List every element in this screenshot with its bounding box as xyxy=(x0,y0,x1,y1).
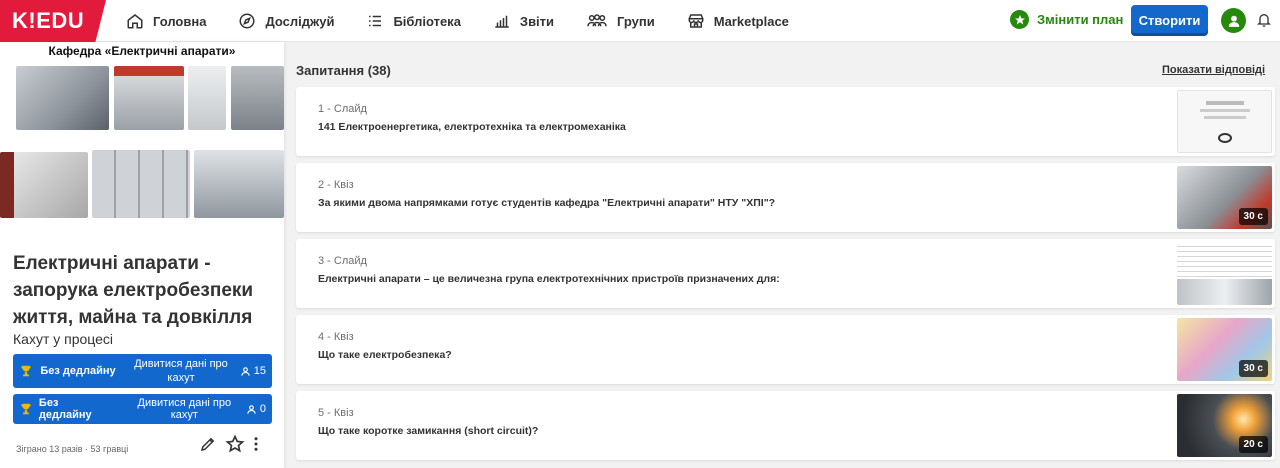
user-icon xyxy=(241,366,250,376)
nav-marketplace[interactable]: Marketplace xyxy=(687,12,789,30)
user-icon xyxy=(1228,15,1239,27)
trophy-icon xyxy=(21,365,31,377)
assignment-deadline: Без дедлайну xyxy=(38,397,92,421)
compass-icon xyxy=(239,13,255,29)
main-nav: Головна Досліджуй Бібліотека Звіти Групи… xyxy=(126,0,821,42)
user-icon xyxy=(247,404,256,414)
trophy-icon xyxy=(21,403,31,415)
create-button[interactable]: Створити xyxy=(1131,5,1208,36)
kahoot-status: Кахут у процесі xyxy=(13,331,114,347)
question-type: 1 - Слайд xyxy=(318,103,367,115)
question-type: 2 - Квіз xyxy=(318,179,354,191)
cover-title: Кафедра «Електричні апарати» xyxy=(48,44,236,58)
time-limit-badge: 20 с xyxy=(1238,436,1268,453)
nav-library-label: Бібліотека xyxy=(393,13,461,29)
view-kahoot-data-link[interactable]: Дивитися дані про кахут xyxy=(131,357,231,385)
user-avatar[interactable] xyxy=(1221,8,1246,33)
upgrade-plan-button[interactable]: Змінити план xyxy=(1010,10,1123,29)
question-type: 3 - Слайд xyxy=(318,255,367,267)
kahoot-details-panel: Кафедра «Електричні апарати» Електричні … xyxy=(0,42,284,468)
question-text: Що таке електробезпека? xyxy=(318,349,452,361)
players-count-value: 0 xyxy=(259,403,267,415)
question-card[interactable]: 4 - Квіз Що таке електробезпека? 30 с xyxy=(296,315,1275,384)
question-thumbnail: 30 с xyxy=(1177,318,1272,381)
notifications-bell-icon[interactable] xyxy=(1256,11,1272,34)
show-answers-link[interactable]: Показати відповіді xyxy=(1162,64,1265,76)
question-text: Що таке коротке замикання (short circuit… xyxy=(318,425,539,437)
question-thumbnail: 30 с xyxy=(1177,166,1272,229)
star-icon xyxy=(1010,10,1029,29)
question-type: 5 - Квіз xyxy=(318,407,354,419)
question-type: 4 - Квіз xyxy=(318,331,354,343)
play-stats: Зіграно 13 разів · 53 гравці xyxy=(16,444,129,454)
question-card[interactable]: 1 - Слайд 141 Електроенергетика, електро… xyxy=(296,87,1275,156)
store-icon xyxy=(688,14,704,28)
list-icon xyxy=(369,15,382,27)
kahoot-title: Електричні апарати - запорука електробез… xyxy=(13,253,254,328)
equipment-photo xyxy=(16,66,109,130)
equipment-photo xyxy=(0,152,88,218)
question-card[interactable]: 3 - Слайд Електричні апарати – це величе… xyxy=(296,239,1275,308)
time-limit-badge: 30 с xyxy=(1238,360,1268,377)
assignment-deadline: Без дедлайну xyxy=(40,365,116,377)
kahoot-cover-image: Кафедра «Електричні апарати» xyxy=(0,42,284,230)
assignment-row[interactable]: Без дедлайну Дивитися дані про кахут 0 xyxy=(13,394,272,424)
equipment-photo xyxy=(114,66,184,130)
top-bar: K!EDU Головна Досліджуй Бібліотека Звіти… xyxy=(0,0,1280,42)
equipment-photo xyxy=(194,150,284,218)
kahoot-edu-logo[interactable]: K!EDU xyxy=(0,0,106,42)
question-text: Електричні апарати – це величезна група … xyxy=(318,273,780,285)
nav-marketplace-label: Marketplace xyxy=(713,13,789,29)
more-options-icon[interactable] xyxy=(253,435,259,453)
question-thumbnail xyxy=(1177,242,1272,305)
time-limit-badge: 30 с xyxy=(1238,208,1268,225)
nav-reports-label: Звіти xyxy=(519,13,555,29)
question-card[interactable]: 2 - Квіз За якими двома напрямками готує… xyxy=(296,163,1275,232)
equipment-photo xyxy=(92,150,190,218)
question-thumbnail xyxy=(1177,90,1272,153)
nav-home[interactable]: Головна xyxy=(126,12,206,30)
bar-chart-icon xyxy=(495,15,509,28)
view-kahoot-data-link[interactable]: Дивитися дані про кахут xyxy=(123,397,246,421)
home-icon xyxy=(127,14,143,29)
nav-discover[interactable]: Досліджуй xyxy=(238,12,334,30)
nav-reports[interactable]: Звіти xyxy=(493,12,554,30)
question-text: За якими двома напрямками готує студенті… xyxy=(318,197,776,209)
players-count: 15 xyxy=(240,365,266,377)
assignment-row[interactable]: Без дедлайну Дивитися дані про кахут 15 xyxy=(13,354,272,388)
nav-groups-label: Групи xyxy=(617,13,655,29)
favorite-star-icon[interactable] xyxy=(225,434,245,454)
questions-header: Запитання (38) xyxy=(296,63,391,78)
equipment-photo xyxy=(231,66,284,130)
nav-home-label: Головна xyxy=(153,13,207,29)
kahoot-actions xyxy=(199,434,267,454)
question-card[interactable]: 5 - Квіз Що таке коротке замикання (shor… xyxy=(296,391,1275,460)
players-count: 0 xyxy=(246,403,266,415)
question-text: 141 Електроенергетика, електротехніка та… xyxy=(318,121,626,133)
people-icon xyxy=(587,14,607,27)
edit-pencil-icon[interactable] xyxy=(199,435,217,453)
equipment-photo xyxy=(188,66,226,130)
nav-library[interactable]: Бібліотека xyxy=(366,12,461,30)
question-thumbnail: 20 с xyxy=(1177,394,1272,457)
nav-groups[interactable]: Групи xyxy=(586,12,655,30)
nav-discover-label: Досліджуй xyxy=(265,13,335,29)
upgrade-plan-label: Змінити план xyxy=(1037,12,1124,27)
players-count-value: 15 xyxy=(253,365,266,377)
